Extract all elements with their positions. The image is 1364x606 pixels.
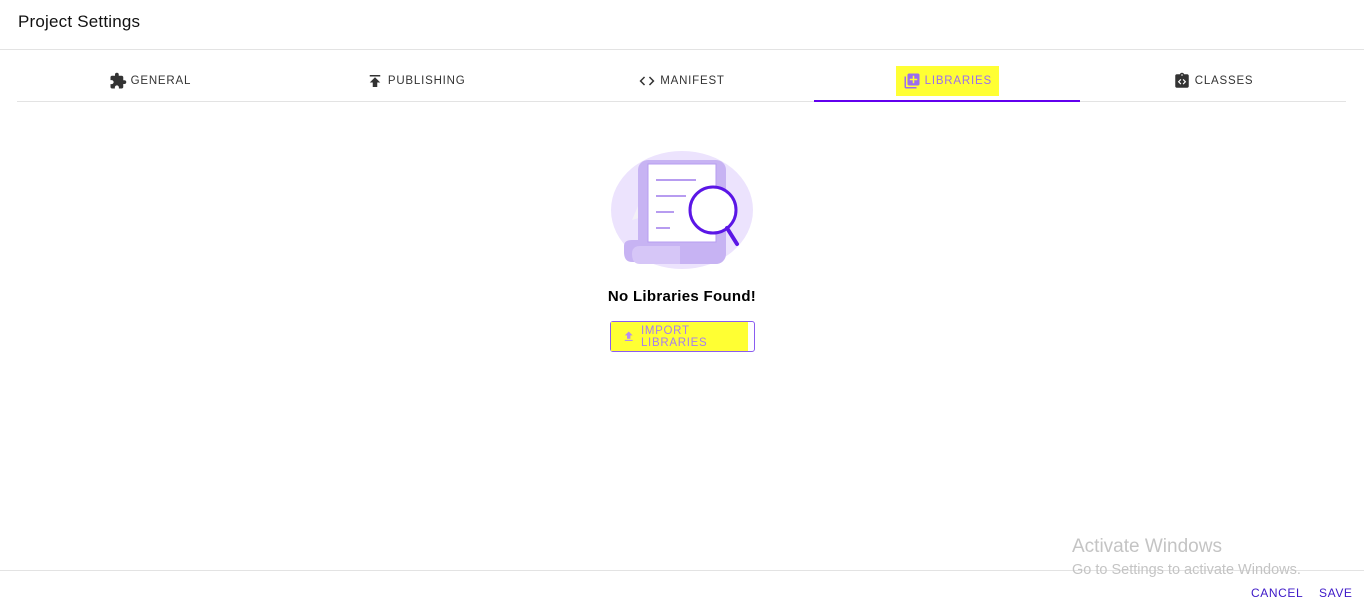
dialog-header: Project Settings bbox=[0, 0, 1364, 50]
tab-classes-label: CLASSES bbox=[1194, 74, 1254, 87]
library-add-icon bbox=[904, 73, 920, 88]
dialog-footer: CANCEL SAVE bbox=[0, 570, 1364, 606]
empty-state: No Libraries Found! IMPORT LIBRARIES bbox=[0, 150, 1364, 352]
puzzle-icon bbox=[110, 72, 126, 88]
import-libraries-label: IMPORT LIBRARIES bbox=[640, 324, 708, 349]
upload-icon bbox=[624, 331, 633, 341]
tab-general-label: GENERAL bbox=[130, 74, 192, 87]
tab-libraries[interactable]: LIBRARIES bbox=[814, 60, 1080, 102]
save-button[interactable]: SAVE bbox=[1319, 586, 1353, 600]
tab-general[interactable]: GENERAL bbox=[17, 60, 283, 101]
tab-libraries-label: LIBRARIES bbox=[924, 74, 992, 87]
publish-icon bbox=[369, 74, 381, 87]
tab-publishing[interactable]: PUBLISHING bbox=[283, 60, 549, 101]
settings-tabs: GENERAL PUBLISHING MANIFEST LIBRARIES CL… bbox=[17, 60, 1346, 102]
document-search-illustration bbox=[611, 151, 753, 269]
cancel-button[interactable]: CANCEL bbox=[1251, 586, 1303, 600]
page-title: Project Settings bbox=[18, 12, 141, 31]
import-libraries-button[interactable]: IMPORT LIBRARIES bbox=[609, 321, 755, 352]
class-code-icon bbox=[1175, 72, 1189, 88]
tab-classes[interactable]: CLASSES bbox=[1080, 60, 1346, 101]
watermark-title: Activate Windows bbox=[1072, 536, 1222, 557]
tab-manifest-label: MANIFEST bbox=[660, 74, 725, 87]
code-icon bbox=[639, 76, 655, 85]
tab-publishing-label: PUBLISHING bbox=[387, 74, 466, 87]
tab-manifest[interactable]: MANIFEST bbox=[549, 60, 815, 101]
empty-state-title: No Libraries Found! bbox=[607, 288, 757, 305]
